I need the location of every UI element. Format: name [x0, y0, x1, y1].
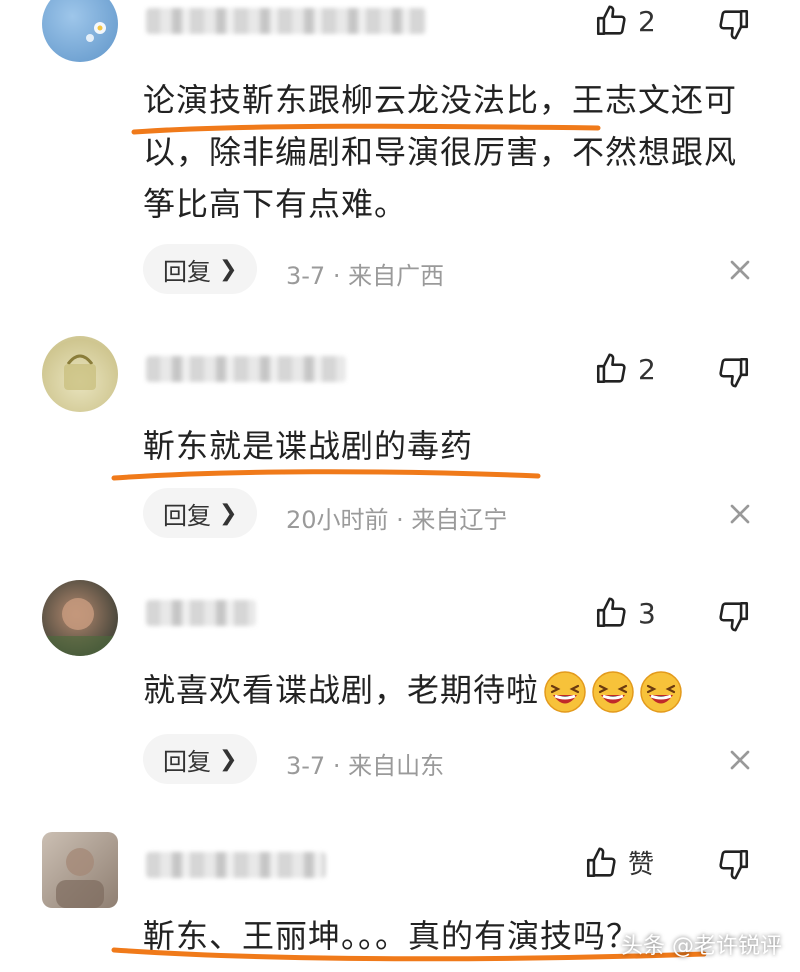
username-blurred[interactable]	[146, 8, 426, 34]
like-count: 3	[638, 596, 656, 630]
close-icon[interactable]	[724, 498, 756, 530]
username-blurred[interactable]	[146, 852, 326, 878]
thumbs-up-icon	[586, 847, 616, 877]
like-label: 赞	[628, 850, 655, 880]
laughing-emoji-icon	[640, 671, 682, 713]
thumbs-down-icon	[719, 849, 749, 880]
reply-button[interactable]: 回复 ❯	[143, 488, 258, 538]
person-photo-icon	[42, 598, 118, 656]
comment-meta: 20小时前 · 来自辽宁	[286, 506, 508, 534]
avatar[interactable]	[42, 832, 118, 908]
dislike-button[interactable]	[716, 6, 752, 42]
like-button[interactable]: 赞	[584, 844, 654, 881]
chevron-right-icon: ❯	[219, 500, 238, 526]
like-button[interactable]: 2	[594, 4, 656, 38]
comment-meta: 3-7 · 来自山东	[286, 752, 445, 780]
laughing-emoji-icon	[592, 671, 634, 713]
reply-label: 回复	[163, 501, 211, 530]
like-count: 2	[638, 352, 656, 386]
chevron-right-icon: ❯	[219, 746, 238, 772]
avatar[interactable]	[42, 336, 118, 412]
username-blurred[interactable]	[146, 600, 256, 626]
dislike-button[interactable]	[716, 598, 752, 634]
avatar[interactable]	[42, 0, 118, 62]
chevron-right-icon: ❯	[219, 256, 238, 282]
like-count: 2	[638, 4, 656, 38]
dislike-button[interactable]	[716, 846, 752, 882]
thumbs-down-icon	[719, 601, 749, 632]
reply-label: 回复	[163, 257, 211, 286]
reply-label: 回复	[163, 747, 211, 776]
thumbs-down-icon	[719, 9, 749, 40]
like-button[interactable]: 3	[594, 596, 656, 630]
watermark: 头条 @老许锐评	[621, 934, 782, 959]
like-button[interactable]: 2	[594, 352, 656, 386]
comment-text: 靳东就是谍战剧的毒药	[143, 427, 474, 465]
close-icon[interactable]	[724, 254, 756, 286]
laughing-emoji-icon	[544, 671, 586, 713]
comment-meta: 3-7 · 来自广西	[286, 262, 445, 290]
reply-button[interactable]: 回复 ❯	[143, 244, 258, 294]
comment-text-row: 就喜欢看谍战剧，老期待啦	[143, 664, 763, 716]
thumbs-up-icon	[596, 353, 626, 384]
comment-text: 就喜欢看谍战剧，老期待啦	[143, 671, 540, 709]
reply-button[interactable]: 回复 ❯	[143, 734, 258, 784]
flower-icon	[86, 22, 106, 42]
close-icon[interactable]	[724, 744, 756, 776]
bag-icon	[64, 354, 96, 390]
person-photo-icon	[56, 848, 104, 908]
avatar[interactable]	[42, 580, 118, 656]
thumbs-down-icon	[719, 357, 749, 388]
dislike-button[interactable]	[716, 354, 752, 390]
thumbs-up-icon	[596, 5, 626, 36]
thumbs-up-icon	[596, 597, 626, 628]
comment-text: 论演技靳东跟柳云龙没法比，王志文还可以，除非编剧和导演很厉害，不然想跟风筝比高下…	[143, 81, 738, 223]
username-blurred[interactable]	[146, 356, 346, 382]
